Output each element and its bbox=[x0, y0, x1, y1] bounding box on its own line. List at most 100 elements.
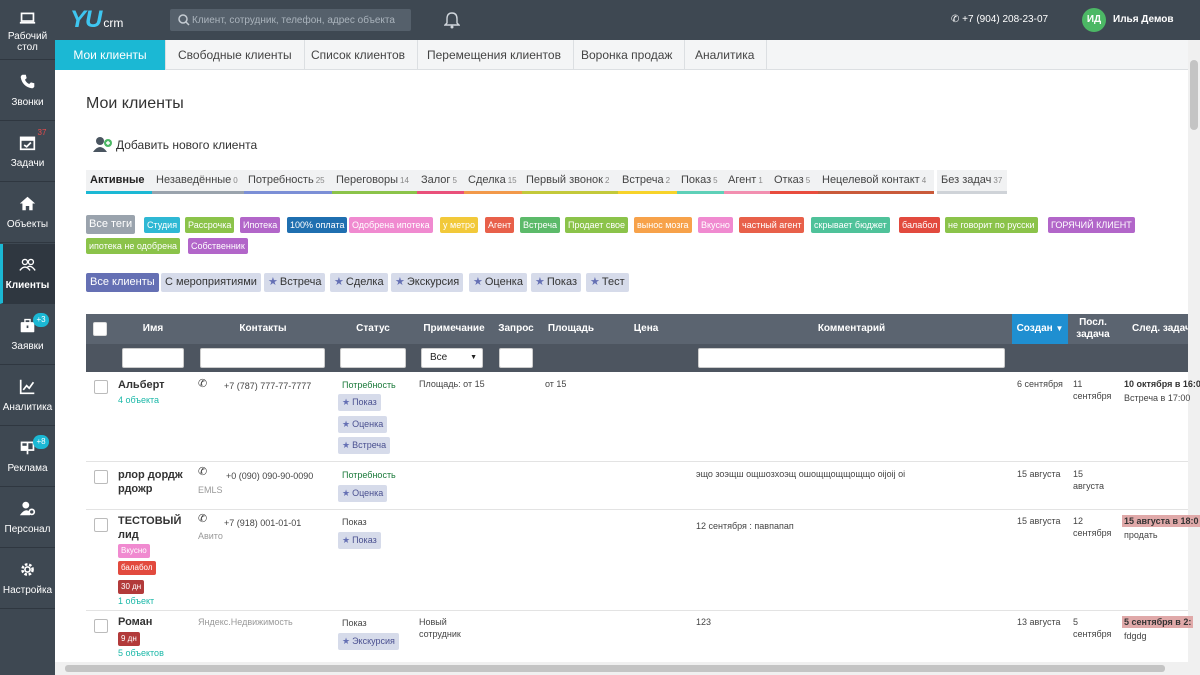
sidebar-item-analytics[interactable]: Аналитика bbox=[0, 366, 55, 426]
sidebar-item-objects[interactable]: Объекты bbox=[0, 183, 55, 243]
row-checkbox[interactable] bbox=[94, 380, 108, 394]
sidebar-item-calls[interactable]: Звонки bbox=[0, 61, 55, 121]
client-phone[interactable]: +0 (090) 090-90-0090 bbox=[226, 470, 313, 482]
stage-non-target[interactable]: Нецелевой контакт 4 bbox=[818, 170, 934, 194]
scrollbar-thumb[interactable] bbox=[65, 665, 1165, 672]
filter-showing[interactable]: ★ Показ bbox=[531, 273, 581, 292]
tag-chip[interactable]: скрывает бюджет bbox=[811, 217, 890, 233]
row-checkbox[interactable] bbox=[94, 518, 108, 532]
event-chip[interactable]: ★ Встреча bbox=[338, 437, 391, 454]
stage-unregistered[interactable]: Незаведённые 0 bbox=[152, 170, 244, 194]
stage-meeting[interactable]: Встреча 2 bbox=[618, 170, 677, 194]
filter-all-clients[interactable]: Все клиенты bbox=[86, 273, 159, 292]
tag-chip[interactable]: Встреча bbox=[520, 217, 561, 233]
client-phone[interactable]: +7 (787) 777-77-7777 bbox=[224, 380, 311, 392]
tag-chip[interactable]: балабол bbox=[899, 217, 941, 233]
tag-chip[interactable]: частный агент bbox=[739, 217, 805, 233]
filter-with-events[interactable]: С мероприятиями bbox=[161, 273, 261, 292]
next-task-date[interactable]: 15 августа в 18:0 bbox=[1122, 515, 1200, 527]
tab-client-list[interactable]: Список клиентов bbox=[299, 40, 419, 70]
tag-chip[interactable]: Рассрочка bbox=[185, 217, 235, 233]
column-status[interactable]: Статус bbox=[338, 314, 408, 344]
filter-deal[interactable]: ★ Сделка bbox=[330, 273, 388, 292]
column-comment[interactable]: Комментарий bbox=[698, 314, 1005, 344]
stage-active[interactable]: Активные bbox=[86, 170, 152, 194]
stage-deal[interactable]: Сделка 15 bbox=[464, 170, 522, 194]
sidebar-item-settings[interactable]: Настройка bbox=[0, 549, 55, 609]
next-task-date[interactable]: 10 октября в 16:0 bbox=[1122, 378, 1200, 390]
row-checkbox[interactable] bbox=[94, 470, 108, 484]
column-area[interactable]: Площадь bbox=[542, 314, 600, 344]
tab-client-moves[interactable]: Перемещения клиентов bbox=[415, 40, 574, 70]
sidebar-item-ads[interactable]: +8 Реклама bbox=[0, 427, 55, 487]
column-note[interactable]: Примечание bbox=[418, 314, 490, 344]
column-next-task[interactable]: След. задача bbox=[1122, 314, 1188, 344]
tag-chip[interactable]: Агент bbox=[485, 217, 515, 233]
tag-chip[interactable]: 100% оплата bbox=[287, 217, 348, 233]
header-phone[interactable]: ✆ +7 (904) 208-23-07 bbox=[951, 14, 1048, 25]
stage-showing[interactable]: Показ 5 bbox=[677, 170, 724, 194]
sidebar-item-desktop[interactable]: Рабочий стол bbox=[0, 0, 55, 60]
tag-chip[interactable]: не говорит по русски bbox=[945, 217, 1038, 233]
tag-chip[interactable]: Одобрена ипотека bbox=[349, 217, 433, 233]
row-checkbox[interactable] bbox=[94, 619, 108, 633]
event-chip[interactable]: ★ Оценка bbox=[338, 485, 388, 502]
column-request[interactable]: Запрос bbox=[494, 314, 538, 344]
sidebar-item-clients[interactable]: Клиенты bbox=[0, 244, 55, 304]
column-name[interactable]: Имя bbox=[118, 314, 188, 344]
client-name[interactable]: рлор дордж рдожр bbox=[118, 468, 192, 496]
sidebar-item-tasks[interactable]: 37 Задачи bbox=[0, 122, 55, 182]
client-phone[interactable]: +7 (918) 001-01-01 bbox=[224, 517, 301, 529]
horizontal-scrollbar[interactable] bbox=[55, 662, 1188, 675]
tag-all[interactable]: Все теги bbox=[86, 215, 136, 234]
contacts-filter-input[interactable] bbox=[200, 348, 325, 368]
scrollbar-thumb[interactable] bbox=[1190, 60, 1198, 130]
name-filter-input[interactable] bbox=[122, 348, 184, 368]
tag-chip[interactable]: Вкусно bbox=[698, 217, 733, 233]
client-name[interactable]: Роман bbox=[118, 615, 152, 629]
stage-refusal[interactable]: Отказ 5 bbox=[770, 170, 818, 194]
bell-icon[interactable] bbox=[444, 11, 460, 29]
global-search[interactable] bbox=[170, 9, 411, 31]
tag-chip[interactable]: Студия bbox=[144, 217, 181, 233]
tag-chip[interactable]: у метро bbox=[440, 217, 479, 233]
client-objects-link[interactable]: 5 объектов bbox=[118, 647, 164, 659]
client-objects-link[interactable]: 1 объект bbox=[118, 595, 154, 607]
stage-negotiation[interactable]: Переговоры 14 bbox=[332, 170, 417, 194]
tab-analytics[interactable]: Аналитика bbox=[683, 40, 768, 70]
sidebar-item-requests[interactable]: +3 Заявки bbox=[0, 305, 55, 365]
client-name[interactable]: ТЕСТОВЫЙ лид bbox=[118, 514, 181, 542]
stage-agent[interactable]: Агент 1 bbox=[724, 170, 770, 194]
tag-chip[interactable]: ипотека не одобрена bbox=[86, 238, 181, 254]
stage-deposit[interactable]: Залог 5 bbox=[417, 170, 464, 194]
client-objects-link[interactable]: 4 объекта bbox=[118, 394, 159, 406]
filter-meeting[interactable]: ★ Встреча bbox=[264, 273, 326, 292]
filter-test[interactable]: ★ Тест bbox=[586, 273, 629, 292]
stage-first-call[interactable]: Первый звонок 2 bbox=[522, 170, 618, 194]
table-row[interactable]: рлор дордж рдожр ✆ +0 (090) 090-90-0090 … bbox=[86, 462, 1188, 510]
vertical-scrollbar[interactable] bbox=[1188, 40, 1200, 675]
tag-chip[interactable]: Продает свое bbox=[565, 217, 629, 233]
tag-chip[interactable]: вынос мозга bbox=[634, 217, 692, 233]
note-filter-select[interactable]: Все ▼ bbox=[421, 348, 483, 368]
app-logo[interactable]: YU crm bbox=[70, 6, 123, 34]
tab-sales-funnel[interactable]: Воронка продаж bbox=[569, 40, 686, 70]
client-name[interactable]: Альберт bbox=[118, 378, 188, 392]
search-input[interactable] bbox=[192, 9, 407, 31]
table-row[interactable]: Альберт 4 объекта ✆ +7 (787) 777-77-7777… bbox=[86, 372, 1200, 462]
tab-free-clients[interactable]: Свободные клиенты bbox=[166, 40, 305, 70]
tag-chip[interactable]: Собственник bbox=[188, 238, 248, 254]
column-created[interactable]: Создан ▼ bbox=[1012, 314, 1068, 344]
table-row[interactable]: Роман 9 дн 5 объектов Яндекс.Недвижимост… bbox=[86, 611, 1194, 662]
comment-filter-input[interactable] bbox=[698, 348, 1005, 368]
column-contacts[interactable]: Контакты bbox=[198, 314, 328, 344]
table-row[interactable]: ТЕСТОВЫЙ лид Вкусно балабол 30 дн 1 объе… bbox=[86, 510, 1200, 611]
column-price[interactable]: Цена bbox=[616, 314, 676, 344]
status-filter-input[interactable] bbox=[340, 348, 406, 368]
sidebar-item-staff[interactable]: Персонал bbox=[0, 488, 55, 548]
stage-no-tasks[interactable]: Без задач 37 bbox=[937, 170, 1007, 194]
tab-my-clients[interactable]: Мои клиенты bbox=[55, 40, 166, 70]
client-tag[interactable]: Вкусно bbox=[118, 544, 150, 558]
tag-chip[interactable]: ГОРЯЧИЙ КЛИЕНТ bbox=[1048, 217, 1135, 233]
event-chip[interactable]: ★ Показ bbox=[338, 394, 381, 411]
